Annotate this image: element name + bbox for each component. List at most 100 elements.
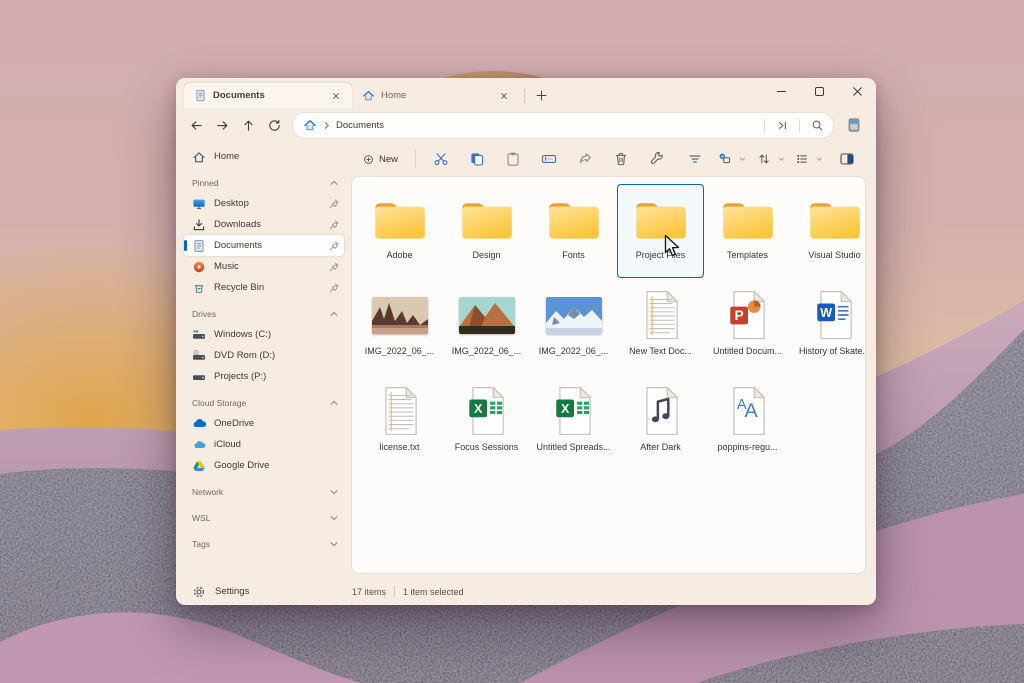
section-label: WSL: [192, 513, 211, 523]
pin-icon[interactable]: [328, 282, 340, 294]
tab-close-button[interactable]: [496, 88, 512, 104]
back-button[interactable]: [184, 113, 208, 137]
pin-icon[interactable]: [328, 261, 340, 273]
forward-button[interactable]: [210, 113, 234, 137]
windows-drive-icon: [193, 329, 205, 339]
excel-file-icon: X: [468, 386, 508, 436]
sidebar-item-label: Windows (C:): [214, 329, 272, 340]
up-button[interactable]: [236, 113, 260, 137]
pin-icon[interactable]: [328, 219, 340, 231]
sidebar-section-pinned[interactable]: Pinned: [184, 173, 344, 193]
tab-close-button[interactable]: [328, 88, 344, 104]
sidebar-item-dvd-d[interactable]: DVD Rom (D:): [184, 345, 344, 366]
drive-icon: [193, 374, 205, 380]
device-button[interactable]: [842, 113, 866, 137]
sidebar-section-tags[interactable]: Tags: [184, 534, 344, 554]
folder-icon: [460, 197, 514, 242]
sidebar-section-network[interactable]: Network: [184, 482, 344, 502]
file-item-img1[interactable]: IMG_2022_06_...: [356, 280, 443, 374]
file-item-templates[interactable]: Templates: [704, 184, 791, 278]
file-item-untitled-spreadsheet[interactable]: X Untitled Spreads...: [530, 376, 617, 470]
address-bar[interactable]: Documents: [292, 111, 834, 139]
pin-icon[interactable]: [328, 198, 340, 210]
sidebar-section-cloud-storage[interactable]: Cloud Storage: [184, 393, 344, 413]
file-item-img3[interactable]: IMG_2022_06_...: [530, 280, 617, 374]
sidebar-item-downloads[interactable]: Downloads: [184, 214, 344, 235]
sidebar-item-label: Projects (P:): [214, 371, 267, 382]
delete-button[interactable]: [604, 146, 638, 172]
minimize-button[interactable]: [762, 78, 800, 104]
chevron-up-icon[interactable]: [328, 177, 340, 189]
sidebar-section-drives[interactable]: Drives: [184, 304, 344, 324]
sidebar-item-music[interactable]: Music: [184, 256, 344, 277]
file-name: IMG_2022_06_...: [538, 346, 609, 356]
file-item-project-files[interactable]: Project Files: [617, 184, 704, 278]
layout-button[interactable]: [791, 146, 828, 172]
preview-pane-button[interactable]: [830, 146, 864, 172]
chevron-up-icon[interactable]: [328, 308, 340, 320]
file-item-untitled-document[interactable]: P Untitled Docum...: [704, 280, 791, 374]
paste-button[interactable]: [496, 146, 530, 172]
file-item-visual-studio[interactable]: Visual Studio: [791, 184, 865, 278]
svg-text:A: A: [744, 400, 758, 422]
file-item-focus-sessions[interactable]: X Focus Sessions: [443, 376, 530, 470]
chevron-down-icon: [738, 154, 747, 164]
sidebar-item-google-drive[interactable]: Google Drive: [184, 455, 344, 476]
preview-pane-icon: [840, 153, 854, 165]
tab-home[interactable]: Home: [352, 83, 520, 108]
document-icon: [194, 89, 207, 102]
file-item-new-text-doc[interactable]: New Text Doc...: [617, 280, 704, 374]
rename-icon: [541, 155, 557, 163]
chevron-up-icon[interactable]: [328, 397, 340, 409]
close-button[interactable]: [838, 78, 876, 104]
file-item-after-dark[interactable]: After Dark: [617, 376, 704, 470]
file-item-fonts[interactable]: Fonts: [530, 184, 617, 278]
settings-label: Settings: [215, 586, 250, 597]
section-label: Cloud Storage: [192, 398, 247, 408]
sidebar-item-windows-c[interactable]: Windows (C:): [184, 324, 344, 345]
file-item-license-txt[interactable]: license.txt: [356, 376, 443, 470]
chevron-down-icon: [777, 154, 786, 164]
file-item-img2[interactable]: IMG_2022_06_...: [443, 280, 530, 374]
tab-bar: Documents Home: [176, 78, 876, 108]
sidebar-item-documents[interactable]: Documents: [184, 235, 344, 256]
photo-thumbnail-mountain: [458, 296, 515, 334]
photo-thumbnail-desert: [371, 296, 428, 334]
pin-icon[interactable]: [328, 240, 340, 252]
chevron-down-icon[interactable]: [328, 512, 340, 524]
share-button[interactable]: [568, 146, 602, 172]
sort-button[interactable]: [753, 146, 790, 172]
view-options-button[interactable]: [714, 146, 751, 172]
sidebar-item-icloud[interactable]: iCloud: [184, 434, 344, 455]
sidebar-item-onedrive[interactable]: OneDrive: [184, 413, 344, 434]
copy-button[interactable]: [460, 146, 494, 172]
search-button[interactable]: [807, 115, 827, 135]
tab-documents[interactable]: Documents: [184, 83, 352, 108]
cut-button[interactable]: [424, 146, 458, 172]
word-file-icon: W: [816, 290, 856, 340]
breadcrumb[interactable]: Documents: [336, 120, 384, 131]
new-tab-button[interactable]: [529, 84, 553, 106]
settings-button[interactable]: Settings: [176, 585, 342, 599]
properties-button[interactable]: [640, 146, 674, 172]
sidebar-item-recycle-bin[interactable]: Recycle Bin: [184, 277, 344, 298]
home-icon[interactable]: [303, 118, 317, 132]
file-item-adobe[interactable]: Adobe: [356, 184, 443, 278]
chevron-down-icon[interactable]: [328, 538, 340, 550]
sidebar-item-home[interactable]: Home: [184, 146, 344, 167]
sidebar-section-wsl[interactable]: WSL: [184, 508, 344, 528]
file-item-design[interactable]: Design: [443, 184, 530, 278]
sidebar-item-desktop[interactable]: Desktop: [184, 193, 344, 214]
filter-button[interactable]: [678, 146, 712, 172]
file-item-history-of-skate[interactable]: W History of Skate...: [791, 280, 865, 374]
file-item-poppins-regular[interactable]: A A poppins-regu...: [704, 376, 791, 470]
refresh-button[interactable]: [262, 113, 286, 137]
chevron-down-icon[interactable]: [328, 486, 340, 498]
search-icon: [812, 120, 822, 130]
maximize-button[interactable]: [800, 78, 838, 104]
rename-button[interactable]: [532, 146, 566, 172]
go-to-button[interactable]: [772, 115, 792, 135]
sidebar-item-projects-p[interactable]: Projects (P:): [184, 366, 344, 387]
section-label: Drives: [192, 309, 217, 319]
new-button[interactable]: New: [354, 146, 407, 172]
